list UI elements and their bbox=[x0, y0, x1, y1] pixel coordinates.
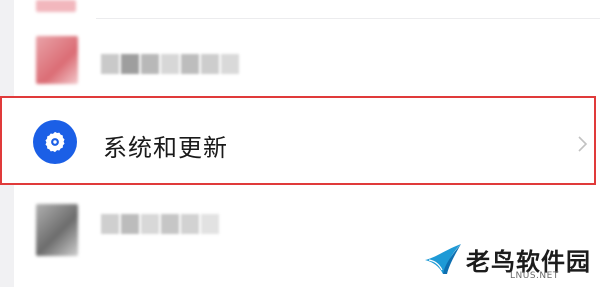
watermark-domain: LNUS.NET bbox=[510, 271, 559, 281]
chevron-right-icon bbox=[578, 136, 588, 152]
settings-item-system-update[interactable] bbox=[0, 96, 596, 185]
blurred-label bbox=[101, 54, 241, 78]
blurred-app-icon bbox=[36, 204, 78, 256]
gear-icon bbox=[45, 131, 65, 153]
divider bbox=[96, 18, 600, 19]
top-item-icon bbox=[36, 0, 76, 12]
blurred-label bbox=[101, 214, 221, 238]
bird-logo bbox=[425, 244, 461, 274]
blurred-app-icon bbox=[36, 36, 78, 84]
system-update-icon-bg bbox=[33, 120, 77, 164]
system-update-label: 系统和更新 bbox=[103, 134, 228, 162]
